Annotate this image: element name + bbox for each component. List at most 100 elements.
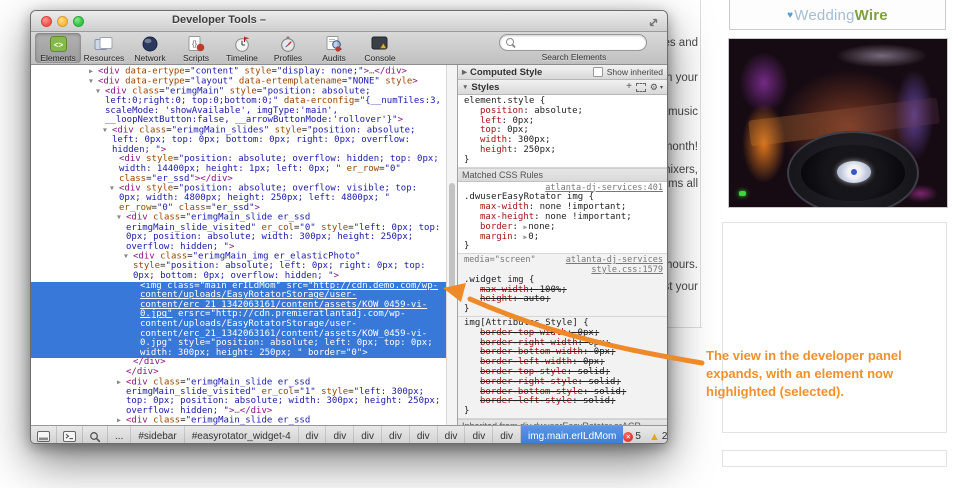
tab-network[interactable]: Network [127,33,173,63]
css-property[interactable]: height: 250px; [464,146,663,156]
titlebar[interactable]: Developer Tools – [31,11,667,32]
vinyl-center-dot [851,169,857,175]
disclosure-arrow[interactable]: ▶ [89,67,98,77]
css-property[interactable]: border-left-style: solid; [464,397,663,407]
scrollbar-thumb[interactable] [449,183,455,293]
page-empty-box-thin [722,450,947,467]
breadcrumb: #sidebar#easyrotator_widget-4divdivdivdi… [131,426,623,444]
zoom-window-button[interactable] [73,16,84,27]
gear-icon[interactable]: ⚙ [650,82,658,93]
disclosure-arrow[interactable]: ▼ [124,252,133,262]
tab-profiles[interactable]: Profiles [265,33,311,63]
dom-tree-node[interactable]: <div style="position: absolute; overflow… [31,155,446,184]
console-toggle-button[interactable] [57,426,83,444]
breadcrumb-item[interactable]: div [299,426,327,444]
breadcrumb-item[interactable]: div [354,426,382,444]
search-input[interactable] [518,36,644,50]
dom-tree-node[interactable]: ▼<div class="erimgMain_slide er_ssd erim… [31,213,446,252]
dock-to-bottom-button[interactable] [31,426,57,444]
tab-elements[interactable]: <> Elements [35,33,81,63]
error-badge-icon[interactable]: ✕ [623,432,633,442]
disclosure-arrow[interactable]: ▶ [117,378,126,388]
media-query: media="screen" [464,256,536,266]
breadcrumb-item[interactable]: #easyrotator_widget-4 [185,426,299,444]
close-window-button[interactable] [41,16,52,27]
styles-header[interactable]: ▼ Styles + ⚙▾ [458,80,667,95]
dom-tree-scrollbar[interactable] [446,65,457,425]
css-rule-close: } [464,305,663,315]
minimize-window-button[interactable] [57,16,68,27]
disclosure-arrow[interactable]: ▶ [462,68,467,76]
devtools-toolbar: <> Elements ResourcesNetwork {} Scripts Timel… [31,32,667,65]
dj-photo [728,38,948,208]
dom-tree-node-selected[interactable]: <img class="main erILdMom" src="http://c… [31,282,446,359]
warning-count[interactable]: 24 [662,431,668,442]
tab-resources[interactable]: Resources [81,33,127,63]
statusbar-right: ✕ 5 ▲ 24 ⚙ [623,426,668,444]
disclosure-arrow[interactable]: ▼ [462,84,468,91]
disclosure-arrow[interactable]: ▶ [117,416,126,425]
search-area: Search Elements [499,34,649,62]
tab-audits[interactable]: Audits [311,33,357,63]
page-column-divider [700,0,701,327]
developer-tools-window: Developer Tools – <> Elements ResourcesNet… [30,10,668,444]
dj-photo-art [729,39,947,207]
dom-tree-node[interactable]: </div> [31,358,446,368]
new-style-rule-icon[interactable]: + [626,82,632,92]
search-field[interactable] [499,34,647,51]
search-scope-button[interactable] [83,426,108,444]
dom-tree-node[interactable]: ▼<div class="erimgMain_img er_elasticPho… [31,252,446,281]
breadcrumb-item-selected[interactable]: img.main.erILdMom [521,426,623,444]
devtools-statusbar: ... #sidebar#easyrotator_widget-4divdivd… [31,425,667,444]
disclosure-arrow[interactable]: ▼ [89,77,98,87]
toolbar-tabs: <> Elements ResourcesNetwork {} Scripts Timel… [31,32,403,64]
stylesheet-link[interactable]: style.css:1579 [591,266,663,276]
dom-tree-pane: ▶<div data-ertype="content" style="displ… [31,65,446,425]
tab-scripts[interactable]: {} Scripts [173,33,219,63]
error-count[interactable]: 5 [635,431,641,442]
dom-tree-node[interactable]: ▶<div class="erimgMain_slide er_ssd erim… [31,378,446,417]
computed-style-label: Computed Style [470,67,542,78]
breadcrumb-item[interactable]: div [326,426,354,444]
styles-label: Styles [471,82,499,93]
dom-tree-node[interactable]: ▶<div data-ertype="content" style="displ… [31,67,446,77]
svg-text:<>: <> [53,40,63,49]
inherited-from-header: Inherited from div.dwuserEasyRotator.erA… [458,419,667,425]
breadcrumb-overflow[interactable]: ... [108,426,131,444]
dom-tree-node[interactable]: ▼<div data-ertype="layout" data-ertempla… [31,77,446,87]
css-property[interactable]: margin: ▶0; [464,233,663,243]
tab-label: Elements [40,53,75,63]
disclosure-arrow[interactable]: ▼ [117,213,126,223]
disclosure-arrow[interactable]: ▼ [96,87,105,97]
css-rule-close: } [464,242,663,252]
dom-tree-node[interactable]: ▼<div class="erimgMain" style="position:… [31,87,446,126]
window-title: Developer Tools – [119,14,319,26]
tab-label: Scripts [183,53,209,63]
breadcrumb-item[interactable]: div [410,426,438,444]
disclosure-arrow[interactable]: ▼ [103,126,112,136]
weddingwire-badge[interactable]: ♥WeddingWire [729,0,946,30]
dom-tree-node[interactable]: ▼<div class="erimgMain_slides" style="po… [31,126,446,155]
dom-tree-node[interactable]: ▼<div style="position: absolute; overflo… [31,184,446,213]
element-state-icon[interactable] [636,83,646,92]
breadcrumb-item[interactable]: div [382,426,410,444]
disclosure-arrow[interactable]: ▼ [110,184,119,194]
breadcrumb-item[interactable]: #sidebar [131,426,184,444]
breadcrumb-item[interactable]: div [465,426,493,444]
expand-window-icon[interactable] [648,15,659,33]
tab-console[interactable]: Console [357,33,403,63]
show-inherited-checkbox[interactable] [593,67,603,77]
inherited-element-link[interactable]: div.dwuserEasyRotator.erACR [520,421,641,425]
svg-text:{}: {} [191,39,197,48]
css-rule-close: } [464,407,663,417]
css-property[interactable]: height: auto; [464,295,663,305]
warning-badge-icon[interactable]: ▲ [649,432,660,442]
breadcrumb-item[interactable]: div [438,426,466,444]
dom-tree-node[interactable]: ▶<div class="erimgMain_slide er_ssd erim… [31,416,446,425]
breadcrumb-item[interactable]: div [493,426,521,444]
computed-style-header[interactable]: ▶ Computed Style Show inherited [458,65,667,80]
tab-label: Timeline [226,53,258,63]
elements-icon: <> [50,35,67,52]
tab-timeline[interactable]: Timeline [219,33,265,63]
timeline-icon [234,35,251,52]
